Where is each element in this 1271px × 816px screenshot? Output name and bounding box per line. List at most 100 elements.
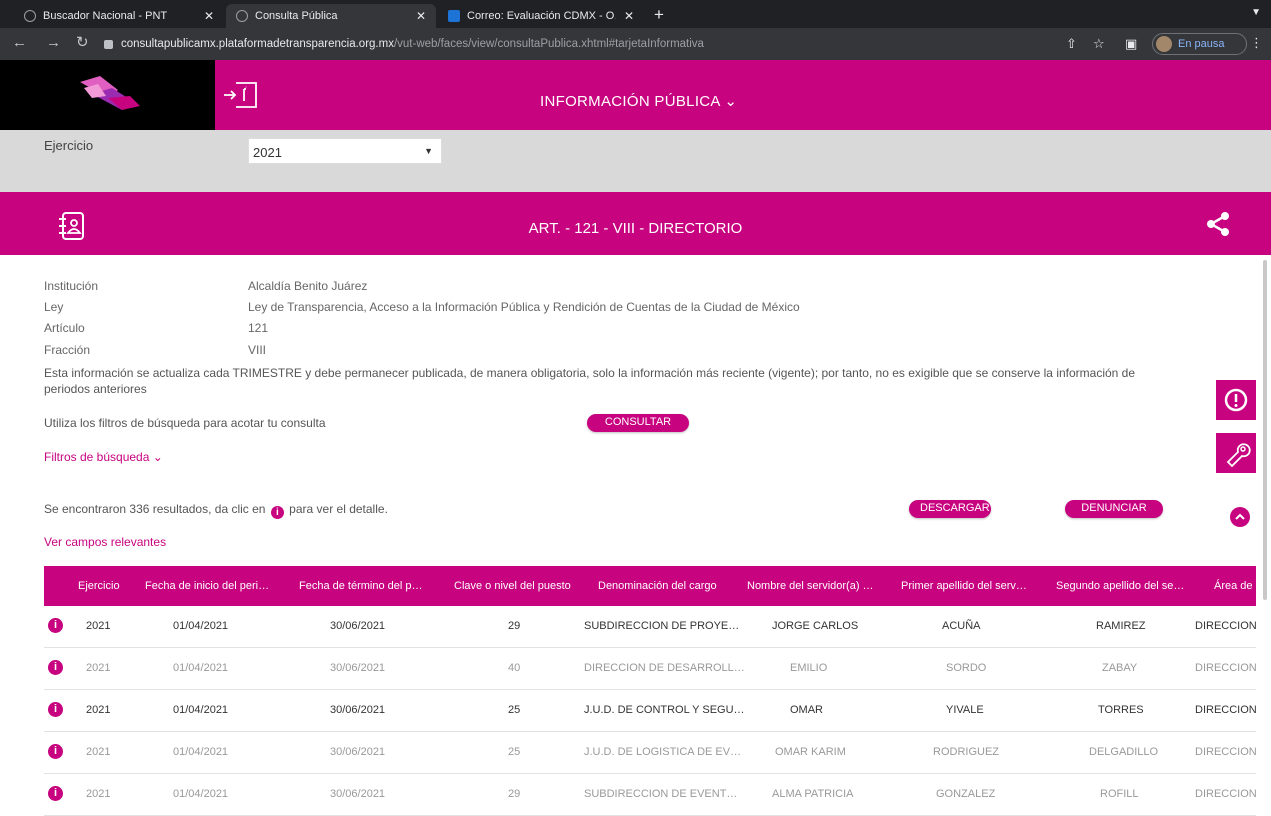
outlook-icon <box>448 10 460 22</box>
avatar <box>1156 36 1172 52</box>
column-header[interactable]: Denominación del cargo <box>598 580 717 592</box>
cell-fecha-inicio: 01/04/2021 <box>173 788 229 800</box>
denunciar-button[interactable]: DENUNCIAR <box>1065 500 1163 518</box>
cell-fecha-termino: 30/06/2021 <box>330 704 386 716</box>
cell-segundo-apellido: TORRES <box>1098 704 1144 716</box>
cell-nombre: ALMA PATRICIA <box>772 788 854 800</box>
cell-fecha-termino: 30/06/2021 <box>330 662 386 674</box>
vertical-scrollbar[interactable] <box>1263 260 1267 600</box>
cell-area: DIRECCION <box>1195 620 1257 632</box>
column-header[interactable]: Primer apellido del serv… <box>901 580 1027 592</box>
report-issue-button[interactable] <box>1216 380 1256 420</box>
tab-consulta-publica[interactable]: Consulta Pública ✕ <box>226 4 436 28</box>
browser-toolbar: ← → ↻ consultapublicamx.plataformadetran… <box>0 28 1271 60</box>
cell-cargo: SUBDIRECCION DE EVENT… <box>584 788 738 800</box>
tab-title: Buscador Nacional - PNT <box>43 10 168 22</box>
logo[interactable] <box>0 60 215 130</box>
cell-primer-apellido: SORDO <box>946 662 987 674</box>
table-row: i 2021 01/04/2021 30/06/2021 25 J.U.D. D… <box>44 690 1257 732</box>
reload-icon[interactable]: ↻ <box>76 35 89 51</box>
table-row: i 2021 01/04/2021 30/06/2021 40 DIRECCIO… <box>44 648 1257 690</box>
articulo-value: 121 <box>248 321 269 335</box>
cell-ejercicio: 2021 <box>86 662 111 674</box>
cell-primer-apellido: YIVALE <box>946 704 984 716</box>
close-icon[interactable]: ✕ <box>204 9 214 23</box>
back-arrow-icon[interactable]: ← <box>12 35 27 51</box>
caret-down-icon: ▼ <box>424 146 433 156</box>
side-panel-icon[interactable]: ▣ <box>1125 36 1137 52</box>
results-suffix: para ver el detalle. <box>289 502 388 516</box>
cell-segundo-apellido: ZABAY <box>1102 662 1138 674</box>
cell-primer-apellido: ACUÑA <box>942 620 981 632</box>
cell-fecha-termino: 30/06/2021 <box>330 788 386 800</box>
forward-arrow-icon[interactable]: → <box>46 35 61 51</box>
info-icon[interactable]: i <box>48 702 63 717</box>
descargar-button[interactable]: DESCARGAR <box>909 500 991 518</box>
share-page-icon[interactable]: ⇧ <box>1066 36 1077 52</box>
close-icon[interactable]: ✕ <box>416 9 426 23</box>
institucion-label: Institución <box>44 279 99 293</box>
consultar-button[interactable]: CONSULTAR <box>587 414 689 432</box>
cell-fecha-inicio: 01/04/2021 <box>173 662 229 674</box>
section-header: ART. - 121 - VIII - DIRECTORIO <box>0 192 1271 255</box>
pnt-logo-icon <box>80 76 140 110</box>
ejercicio-select[interactable]: 2021 ▼ <box>248 138 442 164</box>
cell-clave: 29 <box>508 788 521 800</box>
close-icon[interactable]: ✕ <box>624 9 634 23</box>
table-row: i 2021 01/04/2021 30/06/2021 25 J.U.D. D… <box>44 732 1257 774</box>
informacion-publica-menu[interactable]: INFORMACIÓN PÚBLICA ⌄ <box>540 92 737 110</box>
scroll-to-top-button[interactable] <box>1230 507 1250 527</box>
column-header[interactable]: Clave o nivel del puesto <box>454 580 571 592</box>
table-row: i 2021 01/04/2021 30/06/2021 29 SUBDIREC… <box>44 606 1257 648</box>
column-header[interactable]: Fecha de término del p… <box>299 580 423 592</box>
cell-cargo: J.U.D. DE LOGISTICA DE EV… <box>584 746 742 758</box>
cell-fecha-inicio: 01/04/2021 <box>173 704 229 716</box>
cell-fecha-inicio: 01/04/2021 <box>173 746 229 758</box>
more-menu-icon[interactable]: ⋮ <box>1250 35 1263 51</box>
cell-cargo: DIRECCION DE DESARROLL… <box>584 662 745 674</box>
login-icon[interactable] <box>222 80 262 110</box>
fraccion-value: VIII <box>248 343 267 357</box>
cell-ejercicio: 2021 <box>86 746 111 758</box>
cell-area: DIRECCION <box>1195 788 1257 800</box>
tab-title: Correo: Evaluación CDMX - O… <box>467 10 616 22</box>
tab-correo[interactable]: Correo: Evaluación CDMX - O… ✕ <box>438 4 644 28</box>
chevron-down-icon[interactable]: ▼ <box>1251 7 1261 18</box>
cell-clave: 25 <box>508 704 521 716</box>
cell-nombre: EMILIO <box>790 662 828 674</box>
cell-segundo-apellido: ROFILL <box>1100 788 1139 800</box>
bookmark-star-icon[interactable]: ☆ <box>1093 36 1105 52</box>
new-tab-button[interactable]: + <box>654 5 664 25</box>
column-header[interactable]: Segundo apellido del se… <box>1056 580 1184 592</box>
chevron-up-icon <box>1235 513 1245 520</box>
column-header[interactable]: Nombre del servidor(a) … <box>747 580 874 592</box>
profile-button[interactable]: En pausa <box>1152 33 1247 55</box>
info-icon[interactable]: i <box>48 744 63 759</box>
info-icon[interactable]: i <box>48 660 63 675</box>
tools-button[interactable] <box>1216 433 1256 473</box>
cell-primer-apellido: RODRIGUEZ <box>933 746 999 758</box>
info-icon[interactable]: i <box>48 618 63 633</box>
column-header[interactable]: Ejercicio <box>78 580 120 592</box>
section-title: ART. - 121 - VIII - DIRECTORIO <box>528 220 743 237</box>
ejercicio-label: Ejercicio <box>44 138 94 153</box>
column-header[interactable]: Fecha de inicio del peri… <box>145 580 269 592</box>
ejercicio-bar: Ejercicio 2021 ▼ <box>0 130 1271 192</box>
fraccion-label: Fracción <box>44 343 91 357</box>
filtros-busqueda-link[interactable]: Filtros de búsqueda ⌄ <box>44 450 163 464</box>
cell-area: DIRECCION <box>1195 746 1257 758</box>
info-icon: i <box>270 506 284 519</box>
ver-campos-relevantes-link[interactable]: Ver campos relevantes <box>44 535 166 549</box>
info-icon[interactable]: i <box>48 786 63 801</box>
share-icon[interactable] <box>1205 211 1231 237</box>
cell-nombre: JORGE CARLOS <box>772 620 859 632</box>
cell-clave: 29 <box>508 620 521 632</box>
table-header: Ejercicio Fecha de inicio del peri… Fech… <box>44 566 1256 606</box>
address-bar[interactable]: consultapublicamx.plataformadetransparen… <box>104 32 1044 56</box>
cell-clave: 25 <box>508 746 521 758</box>
tab-buscador-nacional[interactable]: Buscador Nacional - PNT ✕ <box>14 4 224 28</box>
table-row: i 2021 01/04/2021 30/06/2021 29 SUBDIREC… <box>44 774 1257 816</box>
column-header[interactable]: Área de <box>1214 580 1253 592</box>
results-prefix: Se encontraron 336 resultados, da clic e… <box>44 502 266 516</box>
profile-status: En pausa <box>1178 38 1225 50</box>
